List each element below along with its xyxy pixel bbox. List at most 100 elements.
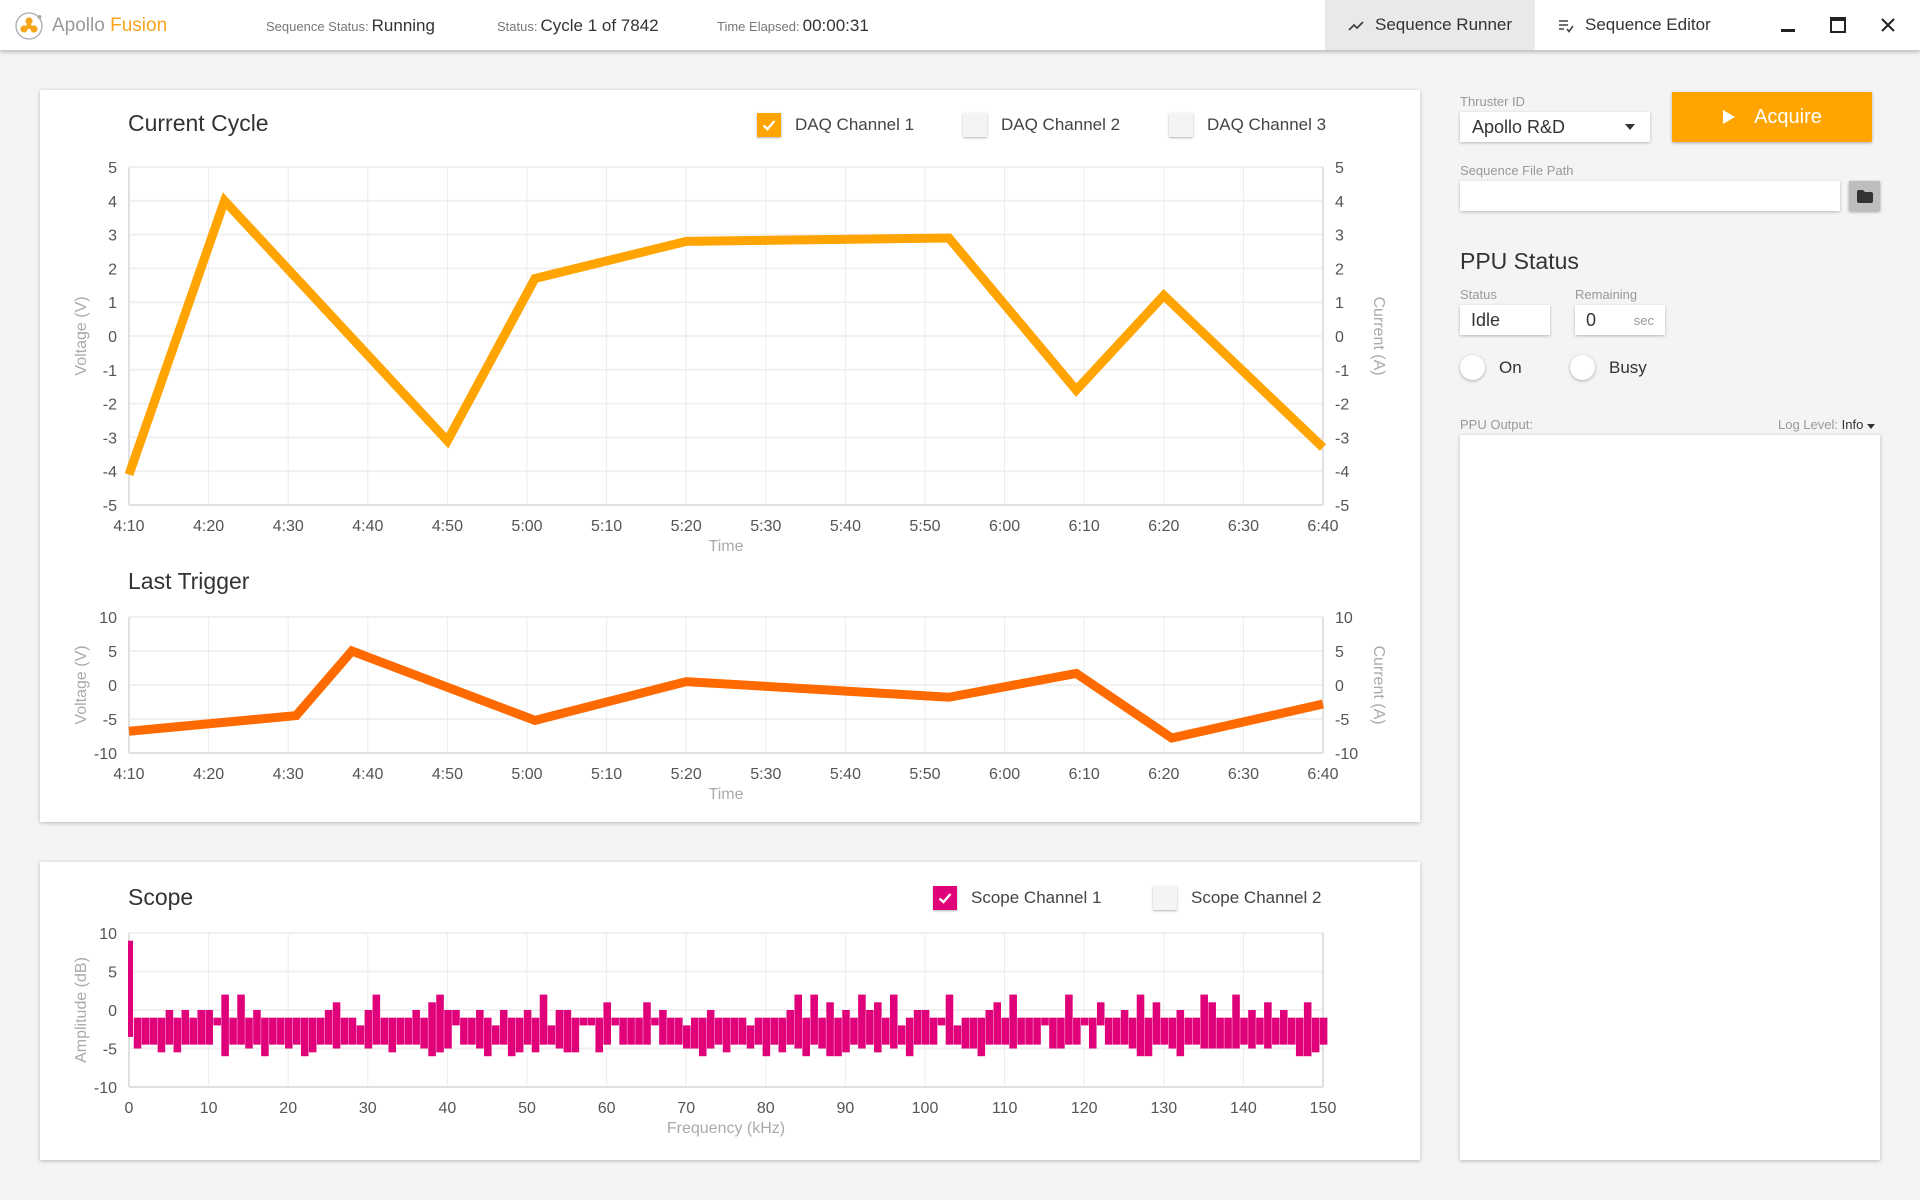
y-tick-label: -4 bbox=[103, 464, 117, 481]
y-tick-label: 5 bbox=[108, 965, 117, 982]
x-tick-label: 4:50 bbox=[432, 766, 463, 783]
trigger-line bbox=[128, 645, 1324, 743]
y2-tick-label: 10 bbox=[1335, 610, 1353, 627]
x-tick-label: 50 bbox=[518, 1100, 536, 1117]
log-level-selector[interactable]: Log Level: Info bbox=[1778, 417, 1875, 432]
y-tick-label: 0 bbox=[108, 1003, 117, 1020]
app-header: Apollo Fusion Sequence Status: Running St… bbox=[0, 0, 1920, 50]
caret-down-icon bbox=[1625, 124, 1635, 130]
y-axis-label: Voltage (V) bbox=[73, 296, 90, 375]
y2-tick-label: 1 bbox=[1335, 295, 1344, 312]
remaining-unit: sec bbox=[1633, 313, 1654, 328]
tab-sequence-runner[interactable]: Sequence Runner bbox=[1325, 0, 1535, 50]
y-tick-label: 4 bbox=[108, 194, 117, 211]
thruster-id-value: Apollo R&D bbox=[1472, 116, 1566, 137]
x-axis-label: Frequency (kHz) bbox=[667, 1120, 785, 1137]
ppu-status-field: Idle bbox=[1460, 305, 1550, 335]
ppu-status-value: Idle bbox=[1471, 309, 1501, 330]
y-tick-label: -10 bbox=[94, 746, 117, 763]
indicator-on: On bbox=[1460, 355, 1522, 380]
x-tick-label: 6:20 bbox=[1148, 518, 1179, 535]
sequence-status-value: Running bbox=[371, 16, 435, 35]
x-tick-label: 90 bbox=[837, 1100, 855, 1117]
y2-tick-label: -1 bbox=[1335, 363, 1349, 380]
time-elapsed-value: 00:00:31 bbox=[802, 16, 869, 35]
y-tick-label: 0 bbox=[108, 329, 117, 346]
x-tick-label: 5:50 bbox=[909, 766, 940, 783]
maximize-icon bbox=[1830, 17, 1846, 33]
thruster-id-select[interactable]: Apollo R&D bbox=[1460, 112, 1650, 142]
y-tick-label: 3 bbox=[108, 228, 117, 245]
y2-tick-label: 5 bbox=[1335, 644, 1344, 661]
y-axis-label: Voltage (V) bbox=[73, 645, 90, 724]
cycle-status: Status: Cycle 1 of 7842 bbox=[497, 16, 659, 36]
close-button[interactable] bbox=[1873, 10, 1903, 40]
x-tick-label: 4:40 bbox=[352, 766, 383, 783]
cycle-status-label: Status: bbox=[497, 19, 538, 34]
tab-sequence-editor[interactable]: Sequence Editor bbox=[1535, 0, 1745, 50]
scope-bar bbox=[128, 940, 133, 1037]
browse-folder-button[interactable] bbox=[1849, 181, 1880, 211]
x-tick-label: 6:30 bbox=[1228, 766, 1259, 783]
y-tick-label: -1 bbox=[103, 363, 117, 380]
ppu-status-title: PPU Status bbox=[1460, 248, 1579, 274]
y-tick-label: -2 bbox=[103, 397, 117, 414]
y-tick-label: -5 bbox=[103, 712, 117, 729]
x-tick-label: 6:10 bbox=[1069, 518, 1100, 535]
x-tick-label: 4:30 bbox=[273, 766, 304, 783]
x-tick-label: 120 bbox=[1071, 1100, 1098, 1117]
y-tick-label: 2 bbox=[108, 261, 117, 278]
x-tick-label: 5:30 bbox=[750, 518, 781, 535]
brand-name: Apollo Fusion bbox=[52, 15, 168, 36]
indicator-light bbox=[1570, 355, 1595, 380]
list-check-icon bbox=[1559, 20, 1574, 33]
minimize-button[interactable] bbox=[1773, 10, 1803, 40]
x-tick-label: 5:30 bbox=[750, 766, 781, 783]
sequence-file-path-input[interactable] bbox=[1460, 181, 1840, 211]
x-tick-label: 4:20 bbox=[193, 518, 224, 535]
x-tick-label: 4:10 bbox=[113, 766, 144, 783]
x-tick-label: 5:40 bbox=[830, 766, 861, 783]
x-tick-label: 20 bbox=[279, 1100, 297, 1117]
maximize-button[interactable] bbox=[1823, 10, 1853, 40]
indicator-busy: Busy bbox=[1570, 355, 1647, 380]
y-tick-label: -5 bbox=[103, 1042, 117, 1059]
sequence-file-path-label: Sequence File Path bbox=[1460, 163, 1574, 178]
x-tick-label: 5:10 bbox=[591, 518, 622, 535]
y-tick-label: -5 bbox=[103, 498, 117, 515]
y2-axis-label: Current (A) bbox=[1370, 296, 1387, 375]
ppu-output-console[interactable] bbox=[1460, 435, 1880, 1160]
y-tick-label: -3 bbox=[103, 430, 117, 447]
daq-channel-1-line bbox=[124, 192, 1327, 477]
x-tick-label: 70 bbox=[677, 1100, 695, 1117]
sequence-status-label: Sequence Status: bbox=[266, 19, 369, 34]
y2-tick-label: 2 bbox=[1335, 261, 1344, 278]
remaining-field: 0 sec bbox=[1575, 305, 1665, 335]
x-tick-label: 0 bbox=[125, 1100, 134, 1117]
x-axis-label: Time bbox=[709, 538, 744, 555]
remaining-value: 0 bbox=[1586, 309, 1597, 330]
x-tick-label: 60 bbox=[598, 1100, 616, 1117]
log-level-value[interactable]: Info bbox=[1842, 417, 1864, 432]
indicator-light bbox=[1460, 355, 1485, 380]
y-tick-label: 1 bbox=[108, 295, 117, 312]
x-tick-label: 150 bbox=[1310, 1100, 1337, 1117]
x-tick-label: 6:00 bbox=[989, 518, 1020, 535]
y2-tick-label: -5 bbox=[1335, 712, 1349, 729]
app-logo: Apollo Fusion bbox=[14, 11, 167, 41]
x-tick-label: 5:10 bbox=[591, 766, 622, 783]
x-tick-label: 110 bbox=[992, 1100, 1018, 1117]
minimize-icon bbox=[1781, 29, 1795, 32]
thruster-id-label: Thruster ID bbox=[1460, 94, 1526, 109]
x-tick-label: 100 bbox=[912, 1100, 939, 1117]
indicator-label: On bbox=[1499, 357, 1522, 377]
x-tick-label: 30 bbox=[359, 1100, 377, 1117]
close-icon bbox=[1881, 18, 1895, 32]
y2-tick-label: -3 bbox=[1335, 430, 1349, 447]
x-tick-label: 4:10 bbox=[113, 518, 144, 535]
acquire-button[interactable]: Acquire bbox=[1672, 92, 1872, 142]
y2-tick-label: 0 bbox=[1335, 329, 1344, 346]
x-tick-label: 130 bbox=[1150, 1100, 1177, 1117]
y2-tick-label: -10 bbox=[1335, 746, 1358, 763]
ppu-output-label: PPU Output: bbox=[1460, 417, 1533, 432]
